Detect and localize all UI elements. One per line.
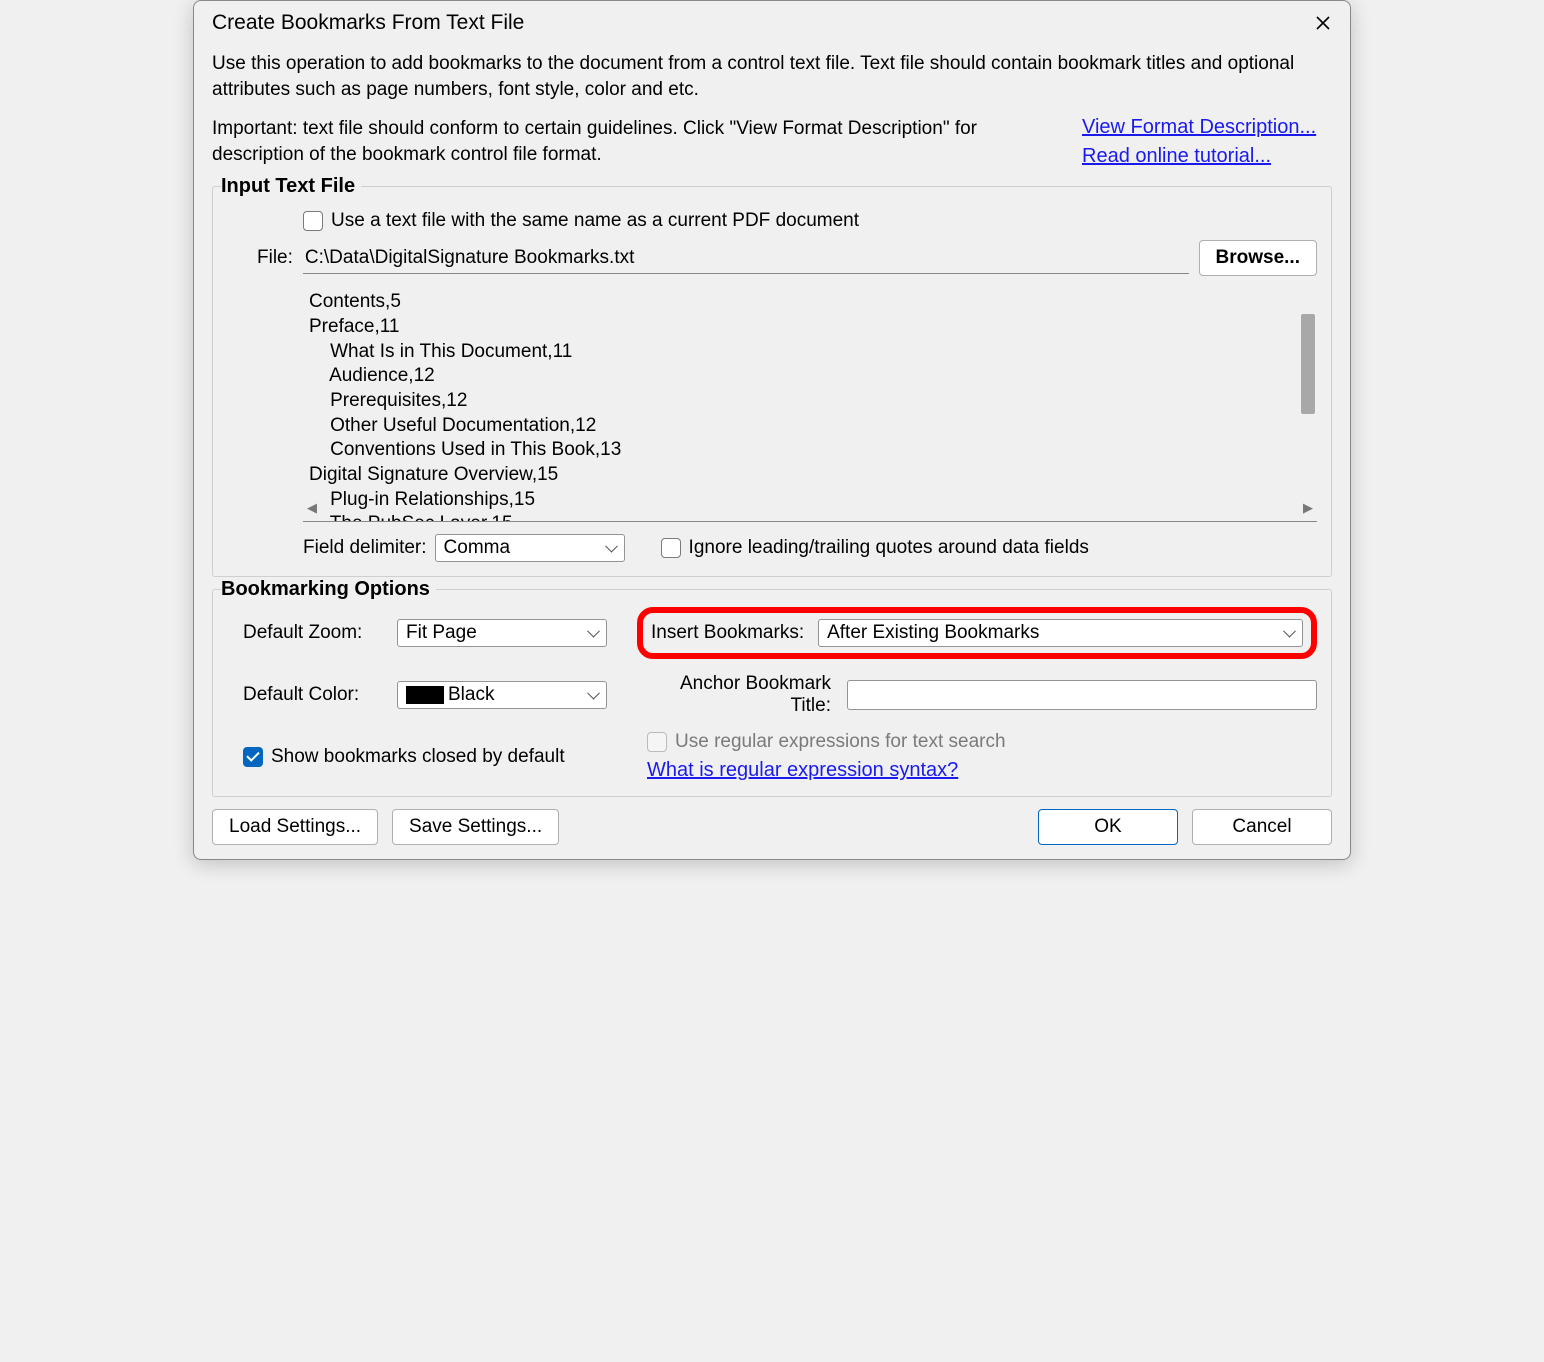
scroll-left-icon[interactable]: ◀	[307, 500, 317, 517]
file-path-input[interactable]	[303, 243, 1189, 274]
file-row: File: Browse...	[227, 240, 1317, 276]
same-name-row: Use a text file with the same name as a …	[227, 210, 1317, 232]
checkbox-icon	[661, 538, 681, 558]
delimiter-row: Field delimiter: Comma Ignore leading/tr…	[227, 534, 1317, 562]
browse-button[interactable]: Browse...	[1199, 240, 1317, 276]
use-regex-checkbox[interactable]: Use regular expressions for text search	[647, 731, 1317, 753]
color-swatch-icon	[406, 686, 444, 704]
default-color-label: Default Color:	[227, 684, 387, 706]
checkbox-icon	[647, 732, 667, 752]
group-input-text-file: Input Text File Use a text file with the…	[212, 186, 1332, 577]
anchor-title-label: Anchor Bookmark Title:	[637, 673, 837, 717]
close-icon	[1315, 15, 1331, 31]
use-regex-label: Use regular expressions for text search	[675, 731, 1006, 753]
show-closed-checkbox[interactable]: Show bookmarks closed by default	[243, 746, 627, 768]
description-text-2: Important: text file should conform to c…	[212, 116, 1042, 167]
group-bookmarking-options: Bookmarking Options Default Zoom: Fit Pa…	[212, 589, 1332, 797]
use-same-name-label: Use a text file with the same name as a …	[331, 210, 859, 232]
insert-bookmarks-select[interactable]: After Existing Bookmarks	[818, 619, 1303, 647]
use-same-name-checkbox[interactable]: Use a text file with the same name as a …	[303, 210, 859, 232]
cancel-button[interactable]: Cancel	[1192, 809, 1332, 845]
load-settings-button[interactable]: Load Settings...	[212, 809, 378, 845]
dialog-footer: Load Settings... Save Settings... OK Can…	[212, 809, 1332, 845]
group-input-label: Input Text File	[221, 175, 361, 198]
ignore-quotes-label: Ignore leading/trailing quotes around da…	[689, 537, 1089, 559]
show-closed-label: Show bookmarks closed by default	[271, 746, 565, 768]
default-zoom-select[interactable]: Fit Page	[397, 619, 607, 647]
default-zoom-label: Default Zoom:	[227, 622, 387, 644]
default-zoom-value: Fit Page	[406, 622, 477, 644]
file-preview-content: Contents,5 Preface,11 What Is in This Do…	[303, 290, 1317, 522]
group-options-label: Bookmarking Options	[221, 578, 436, 601]
field-delimiter-value: Comma	[444, 537, 511, 559]
insert-bookmarks-highlight: Insert Bookmarks: After Existing Bookmar…	[637, 607, 1317, 659]
scroll-right-icon[interactable]: ▶	[1303, 500, 1313, 517]
description-text-1: Use this operation to add bookmarks to t…	[212, 51, 1332, 102]
titlebar: Create Bookmarks From Text File	[194, 1, 1350, 45]
preview-scrollbar-thumb[interactable]	[1301, 314, 1315, 414]
ignore-quotes-checkbox[interactable]: Ignore leading/trailing quotes around da…	[661, 537, 1089, 559]
file-preview[interactable]: Contents,5 Preface,11 What Is in This Do…	[303, 286, 1317, 522]
read-tutorial-link[interactable]: Read online tutorial...	[1082, 145, 1332, 168]
close-button[interactable]	[1306, 9, 1340, 37]
dialog-create-bookmarks: Create Bookmarks From Text File Use this…	[193, 0, 1351, 860]
default-color-value: Black	[448, 684, 494, 706]
checkbox-icon	[303, 211, 323, 231]
help-links: View Format Description... Read online t…	[1082, 116, 1332, 168]
field-delimiter-select[interactable]: Comma	[435, 534, 625, 562]
options-grid: Default Zoom: Fit Page Insert Bookmarks:…	[227, 607, 1317, 782]
field-delimiter-label: Field delimiter:	[303, 537, 427, 559]
ok-button[interactable]: OK	[1038, 809, 1178, 845]
anchor-title-input[interactable]	[847, 680, 1317, 710]
view-format-link[interactable]: View Format Description...	[1082, 116, 1332, 139]
insert-bookmarks-label: Insert Bookmarks:	[651, 622, 810, 644]
dialog-body: Use this operation to add bookmarks to t…	[194, 45, 1350, 859]
dialog-title: Create Bookmarks From Text File	[212, 11, 524, 35]
preview-scroll-arrows: ◀ ▶	[303, 500, 1317, 517]
regex-help-link[interactable]: What is regular expression syntax?	[647, 759, 958, 781]
description-row-2: Important: text file should conform to c…	[212, 116, 1332, 168]
checkbox-icon	[243, 747, 263, 767]
default-color-select[interactable]: Black	[397, 681, 607, 709]
insert-bookmarks-value: After Existing Bookmarks	[827, 622, 1039, 644]
file-label: File:	[227, 247, 293, 269]
save-settings-button[interactable]: Save Settings...	[392, 809, 559, 845]
